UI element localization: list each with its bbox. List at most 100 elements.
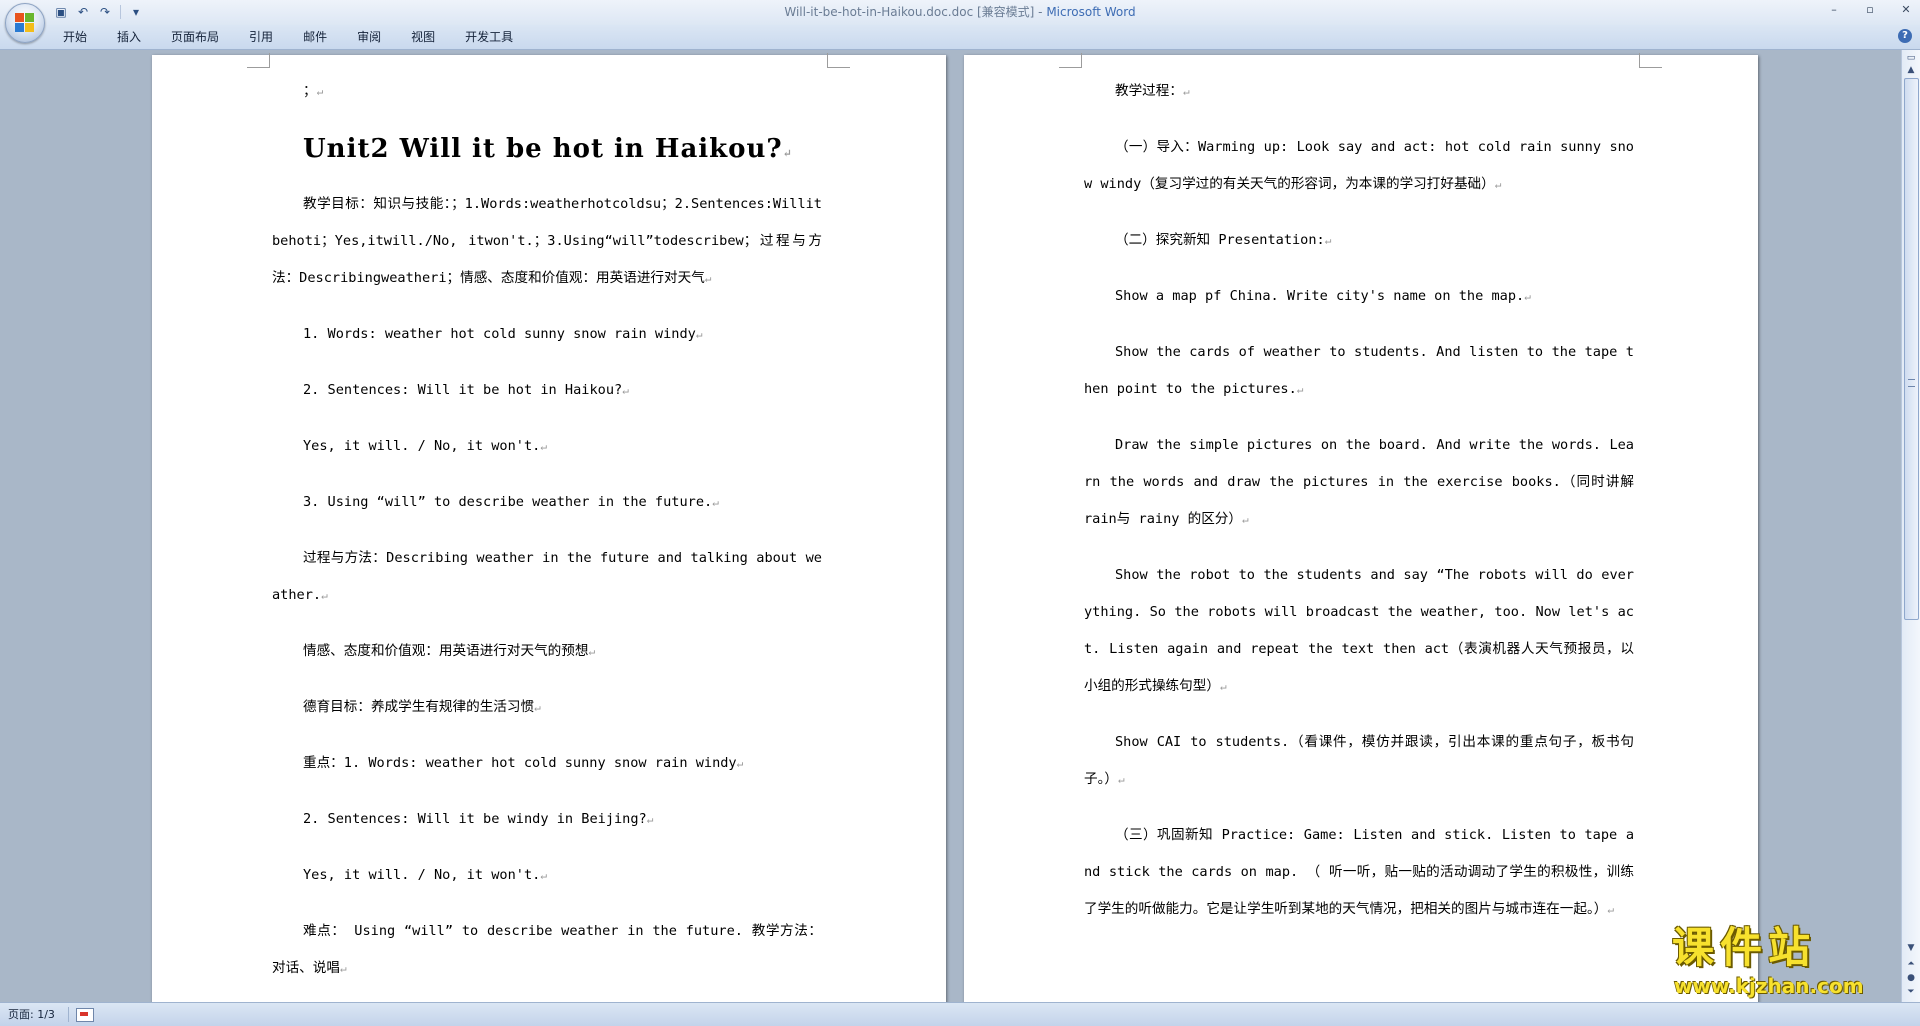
document-paragraph: Show CAI to students.（看课件，模仿并跟读，引出本课的重点句…	[1084, 724, 1634, 798]
document-paragraph: Yes, it will. / No, it won't.↵	[272, 428, 822, 465]
next-page-icon[interactable]: ⏷	[1903, 984, 1919, 1000]
redo-icon[interactable]: ↷	[96, 3, 114, 21]
scroll-up-icon[interactable]: ▲	[1903, 62, 1919, 78]
site-watermark: 课件站 www.kjzhan.com	[1668, 922, 1898, 1002]
paragraph-mark-icon: ↵	[1524, 290, 1531, 303]
ribbon-tab[interactable]: 插入	[102, 25, 156, 49]
paragraph-mark-icon: ↵	[321, 589, 328, 602]
paragraph-mark-icon: ↵	[1182, 85, 1190, 98]
ribbon-tab[interactable]: 审阅	[342, 25, 396, 49]
document-paragraph: 2. Sentences: Will it be hot in Haikou?↵	[272, 372, 822, 409]
document-paragraph: （一）导入：Warming up: Look say and act: hot …	[1084, 129, 1634, 203]
paragraph-text: Yes, it will. / No, it won't.	[303, 438, 541, 454]
page-count[interactable]: 页面: 1/3	[8, 1003, 55, 1026]
maximize-icon[interactable]: ▫	[1862, 2, 1878, 18]
close-icon[interactable]: ✕	[1898, 2, 1914, 18]
title-bar: Will-it-be-hot-in-Haikou.doc.doc [兼容模式] …	[0, 0, 1920, 25]
paragraph-text: 重点：1. Words: weather hot cold sunny snow…	[303, 755, 737, 771]
paragraph-mark-icon: ↵	[695, 328, 703, 341]
qat-divider	[120, 5, 121, 19]
paragraph-text: 难点： Using “will” to describe weather in …	[272, 923, 822, 976]
paragraph-text: 1. Words: weather hot cold sunny snow ra…	[303, 326, 696, 342]
paragraph-text: Unit2 Will it be hot in Haikou?	[303, 134, 783, 164]
paragraph-mark-icon: ↵	[588, 645, 596, 658]
document-page-left[interactable]: ；↵ Unit2 Will it be hot in Haikou?↵ 教学目标：知…	[152, 53, 946, 1002]
paragraph-mark-icon: ↵	[540, 869, 547, 882]
document-paragraph: 德育目标：养成学生有规律的生活习惯↵	[272, 689, 822, 726]
document-paragraph: 情感、态度和价值观：用英语进行对天气的预想↵	[272, 633, 822, 670]
window-title: Will-it-be-hot-in-Haikou.doc.doc [兼容模式] …	[0, 0, 1920, 25]
paragraph-text: Yes, it will. / No, it won't.	[303, 867, 541, 883]
paragraph-mark-icon: ↵	[712, 496, 719, 509]
scrollbar-thumb[interactable]	[1904, 78, 1919, 620]
ribbon-tab[interactable]: 视图	[396, 25, 450, 49]
paragraph-text: 过程与方法：Describing weather in the future a…	[272, 550, 822, 603]
paragraph-text: Show CAI to students.（看课件，模仿并跟读，引出本课的重点句…	[1084, 734, 1634, 787]
paragraph-mark-icon: ↵	[1607, 903, 1614, 916]
crop-mark	[827, 53, 850, 68]
page-text-right: 教学过程：↵ （一）导入：Warming up: Look say and act…	[1084, 73, 1634, 947]
document-paragraph: 1. Words: weather hot cold sunny snow ra…	[272, 316, 822, 353]
paragraph-mark-icon: ↵	[540, 440, 547, 453]
undo-icon[interactable]: ↶	[74, 3, 92, 21]
paragraph-mark-icon: ↵	[1242, 513, 1249, 526]
document-paragraph: 2. Sentences: Will it be windy in Beijin…	[272, 801, 822, 838]
document-workspace[interactable]: ；↵ Unit2 Will it be hot in Haikou?↵ 教学目标：知…	[0, 50, 1902, 1002]
document-paragraph: （二）探究新知 Presentation:↵	[1084, 222, 1634, 259]
document-paragraph: 难点： Using “will” to describe weather in …	[272, 913, 822, 987]
crop-mark	[1059, 53, 1082, 68]
document-paragraph: Show the robot to the students and say “…	[1084, 557, 1634, 705]
ribbon-tab[interactable]: 开发工具	[450, 25, 528, 49]
watermark-url: www.kjzhan.com	[1674, 974, 1864, 998]
paragraph-mark-icon: ↵	[316, 85, 324, 98]
ribbon-tab[interactable]: 开始	[48, 25, 102, 49]
ribbon-tabs: 开始 插入 页面布局 引用 邮件 审阅 视图 开发工具	[48, 25, 528, 49]
document-paragraph: Show the cards of weather to students. A…	[1084, 334, 1634, 408]
paragraph-mark-icon: ↵	[782, 147, 793, 160]
paragraph-text: 2. Sentences: Will it be windy in Beijin…	[303, 811, 647, 827]
paragraph-text: Show the cards of weather to students. A…	[1084, 344, 1634, 397]
document-paragraph: 重点：1. Words: weather hot cold sunny snow…	[272, 745, 822, 782]
document-paragraph: 教学目标：知识与技能：；1.Words:weatherhotcoldsu；2.S…	[272, 186, 822, 297]
paragraph-text: 3. Using “will” to describe weather in t…	[303, 494, 713, 510]
paragraph-text: （二）探究新知 Presentation:	[1115, 232, 1325, 248]
paragraph-mark-icon: ↵	[1324, 234, 1332, 247]
document-page-right[interactable]: 教学过程：↵ （一）导入：Warming up: Look say and act…	[964, 53, 1758, 1002]
window-title-app: Microsoft Word	[1046, 5, 1136, 19]
document-paragraph: （三）巩固新知 Practice: Game: Listen and stick…	[1084, 817, 1634, 928]
watermark-logo-text: 课件站	[1672, 923, 1817, 972]
paragraph-text: 2. Sentences: Will it be hot in Haikou?	[303, 382, 623, 398]
language-icon[interactable]	[76, 1008, 94, 1022]
document-paragraph: 教学过程：↵	[1084, 73, 1634, 110]
document-paragraph: ；↵	[272, 73, 822, 110]
ribbon-tab[interactable]: 邮件	[288, 25, 342, 49]
document-paragraph: Show a map pf China. Write city's name o…	[1084, 278, 1634, 315]
save-icon[interactable]: ▣	[52, 3, 70, 21]
window-controls: – ▫ ✕	[1826, 2, 1914, 18]
paragraph-text: （三）巩固新知 Practice: Game: Listen and stick…	[1084, 827, 1634, 917]
paragraph-mark-icon: ↵	[622, 384, 629, 397]
paragraph-mark-icon: ↵	[704, 272, 712, 285]
scroll-down-icon[interactable]: ▼	[1903, 940, 1919, 956]
customize-qat-icon[interactable]: ▾	[127, 3, 145, 21]
ribbon-tab[interactable]: 页面布局	[156, 25, 234, 49]
scrollbar-grip-icon	[1908, 379, 1915, 387]
help-icon[interactable]: ?	[1898, 29, 1912, 43]
paragraph-text: 情感、态度和价值观：用英语进行对天气的预想	[303, 643, 589, 659]
paragraph-text: （一）导入：Warming up: Look say and act: hot …	[1084, 139, 1634, 192]
vertical-scrollbar[interactable]: ▭ ▲ ▼ ⏶ ● ⏷	[1901, 50, 1920, 1002]
page-text-left: ；↵ Unit2 Will it be hot in Haikou?↵ 教学目标：知…	[272, 73, 822, 1002]
document-paragraph: Yes, it will. / No, it won't.↵	[272, 857, 822, 894]
paragraph-mark-icon: ↵	[534, 701, 541, 714]
window-title-document: Will-it-be-hot-in-Haikou.doc.doc [兼容模式] …	[784, 5, 1047, 19]
document-paragraph: Draw the simple pictures on the board. A…	[1084, 427, 1634, 538]
office-button[interactable]	[5, 3, 45, 43]
minimize-icon[interactable]: –	[1826, 2, 1842, 18]
crop-mark	[1639, 53, 1662, 68]
document-heading: Unit2 Will it be hot in Haikou?↵	[272, 129, 822, 174]
paragraph-mark-icon: ↵	[646, 813, 654, 826]
paragraph-mark-icon: ↵	[1296, 383, 1304, 396]
paragraph-mark-icon: ↵	[736, 757, 744, 770]
ribbon-tab[interactable]: 引用	[234, 25, 288, 49]
document-paragraph: 3. Using “will” to describe weather in t…	[272, 484, 822, 521]
